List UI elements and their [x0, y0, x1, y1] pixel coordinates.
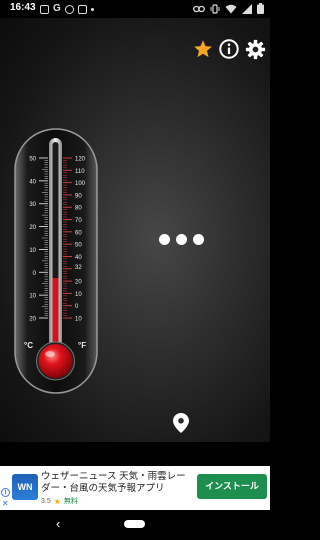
ad-rating: 3.5 ★ 無料 — [41, 496, 78, 506]
wifi-icon — [225, 4, 237, 13]
fahrenheit-label: 32 — [75, 265, 82, 271]
fahrenheit-label: 120 — [75, 157, 86, 163]
fahrenheit-label: 60 — [75, 230, 82, 236]
bulb — [38, 344, 73, 378]
google-icon: G — [53, 3, 61, 14]
celsius-label: 20 — [29, 317, 36, 323]
ad-free-label: 無料 — [63, 498, 78, 505]
ad-banner[interactable]: i ✕ WN ウェザーニュース 天気・雨雲レーダー・台風の天気予報アプリ 3.5… — [0, 466, 270, 510]
info-icon[interactable] — [218, 38, 240, 60]
dot — [176, 234, 187, 245]
fahrenheit-label: 110 — [75, 169, 85, 175]
ad-rating-value: 3.5 — [41, 497, 51, 505]
star-icon[interactable] — [193, 39, 213, 59]
back-icon[interactable]: ‹ — [56, 516, 60, 531]
thermometer: 504030201001020 120110100908070605040322… — [14, 128, 98, 394]
nav-bar: ‹ — [0, 510, 270, 540]
signal-icon — [242, 3, 252, 14]
celsius-label: 30 — [29, 202, 36, 208]
celsius-label: 20 — [29, 225, 36, 231]
celsius-unit: °C — [24, 341, 33, 350]
fahrenheit-label: 10 — [75, 292, 82, 298]
ad-install-button[interactable]: インストール — [197, 474, 267, 499]
celsius-label: 10 — [29, 294, 36, 300]
celsius-label: 50 — [29, 157, 36, 163]
ad-info-icon[interactable]: i — [1, 488, 10, 497]
dot-icon — [90, 7, 94, 11]
more-dots-icon[interactable] — [159, 234, 204, 245]
main-area: 50 40 30 20 10 0 10 20 120 110 100 90 80 70 60 50 40 32 2… — [0, 18, 270, 442]
fahrenheit-label: 100 — [75, 181, 86, 187]
fahrenheit-label: 50 — [75, 243, 82, 249]
celsius-label: 40 — [29, 179, 36, 185]
fahrenheit-label: 40 — [75, 255, 82, 261]
location-pin-icon[interactable] — [173, 413, 189, 433]
fahrenheit-label: 90 — [75, 193, 82, 199]
gear-icon[interactable] — [245, 39, 266, 60]
dot — [193, 234, 204, 245]
ad-close-icon[interactable]: ✕ — [2, 499, 9, 508]
fahrenheit-label: 80 — [75, 206, 82, 212]
image-icon — [40, 4, 49, 14]
status-left-icons: G — [40, 3, 94, 15]
fahrenheit-label: 70 — [75, 218, 82, 224]
status-right-icons — [193, 3, 264, 14]
ad-title: ウェザーニュース 天気・雨雲レーダー・台風の天気予報アプリ — [41, 471, 186, 494]
home-pill[interactable] — [124, 520, 145, 528]
status-time: 16:43 — [10, 2, 36, 13]
battery-icon — [257, 3, 264, 14]
celsius-label: 10 — [29, 248, 36, 254]
link-icon — [193, 5, 205, 12]
vibrate-icon — [210, 3, 220, 14]
status-bar: 16:43 G — [0, 0, 270, 18]
ad-app-logo: WN — [12, 474, 38, 500]
sd-icon — [77, 4, 87, 14]
star-icon: ★ — [53, 496, 61, 506]
cloud-icon — [64, 4, 74, 14]
toolbar — [193, 38, 266, 60]
fahrenheit-label: 10 — [75, 317, 82, 323]
fahrenheit-unit: °F — [78, 341, 86, 350]
dot — [159, 234, 170, 245]
fahrenheit-label: 20 — [75, 280, 82, 286]
